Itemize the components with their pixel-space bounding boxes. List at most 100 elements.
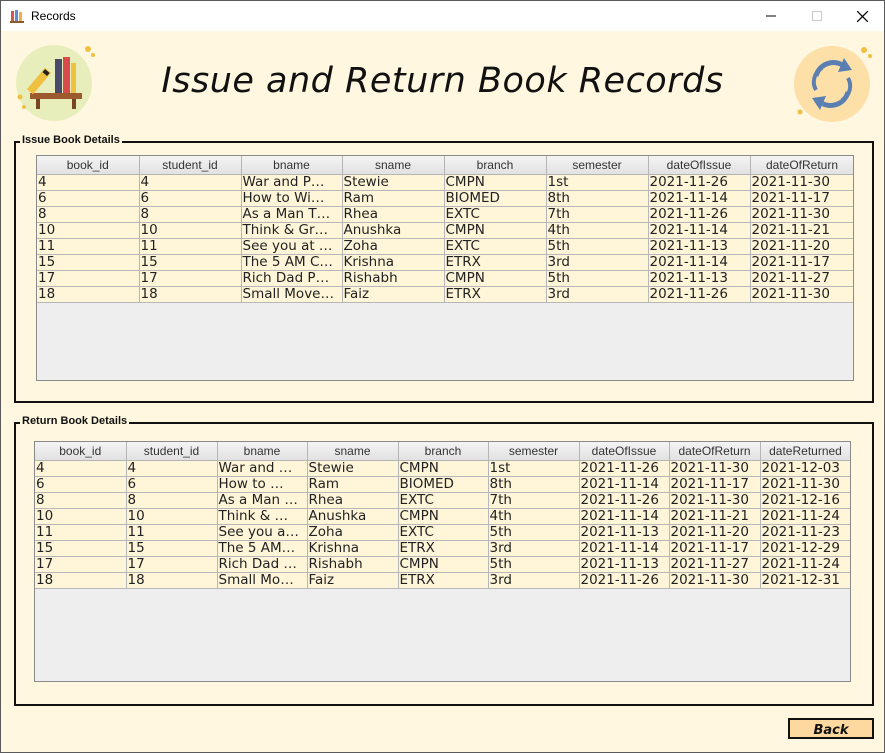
back-button[interactable]: Back — [788, 718, 874, 739]
issue-cell-bname[interactable]: How to Wi… — [241, 190, 343, 207]
issue-table-row[interactable]: 6 6 How to Wi… Ram BIOMED 8th 2021-11-14 2021-1… — [37, 190, 853, 207]
issue-col-header-branch[interactable]: branch — [444, 156, 547, 175]
issue-cell-semester[interactable]: 8th — [546, 190, 649, 207]
return-cell-bname[interactable]: The 5 AM… — [217, 540, 308, 557]
return-table-row[interactable]: 8 8 As a Man … Rhea EXTC 7th 2021-11-26 2021-11… — [35, 492, 850, 509]
issue-cell-dateofreturn[interactable]: 2021-11-20 — [750, 238, 853, 255]
return-cell-bname[interactable]: How to … — [217, 476, 308, 493]
issue-cell-branch[interactable]: BIOMED — [444, 190, 547, 207]
return-table-row[interactable]: 10 10 Think & … Anushka CMPN 4th 2021-11-14 202… — [35, 508, 850, 525]
return-cell-branch[interactable]: ETRX — [398, 540, 489, 557]
return-table-row[interactable]: 15 15 The 5 AM… Krishna ETRX 3rd 2021-11-14 202… — [35, 540, 850, 557]
return-cell-datereturned[interactable]: 2021-11-24 — [760, 508, 850, 525]
return-table-row[interactable]: 4 4 War and … Stewie CMPN 1st 2021-11-26 2021-1… — [35, 460, 850, 477]
return-table-row[interactable]: 18 18 Small Mo… Faiz ETRX 3rd 2021-11-26 2021-1… — [35, 572, 850, 589]
return-cell-sname[interactable]: Rishabh — [307, 556, 399, 573]
issue-cell-student_id[interactable]: 6 — [139, 190, 242, 207]
issue-cell-student_id[interactable]: 18 — [139, 286, 242, 303]
return-cell-datereturned[interactable]: 2021-12-31 — [760, 572, 850, 589]
issue-cell-semester[interactable]: 3rd — [546, 286, 649, 303]
issue-cell-dateofreturn[interactable]: 2021-11-27 — [750, 270, 853, 287]
issue-cell-dateofreturn[interactable]: 2021-11-30 — [750, 174, 853, 191]
issue-cell-bname[interactable]: Rich Dad P… — [241, 270, 343, 287]
return-cell-semester[interactable]: 5th — [488, 556, 580, 573]
issue-cell-sname[interactable]: Rishabh — [342, 270, 445, 287]
issue-table-row[interactable]: 10 10 Think & Gr… Anushka CMPN 4th 2021-11-14 2… — [37, 222, 853, 239]
issue-cell-dateofreturn[interactable]: 2021-11-21 — [750, 222, 853, 239]
issue-cell-sname[interactable]: Faiz — [342, 286, 445, 303]
minimize-button[interactable] — [748, 1, 794, 31]
issue-cell-branch[interactable]: CMPN — [444, 222, 547, 239]
return-table-row[interactable]: 17 17 Rich Dad … Rishabh CMPN 5th 2021-11-13 20… — [35, 556, 850, 573]
issue-cell-bname[interactable]: War and P… — [241, 174, 343, 191]
return-cell-bname[interactable]: War and … — [217, 460, 308, 477]
issue-cell-semester[interactable]: 5th — [546, 238, 649, 255]
return-cell-datereturned[interactable]: 2021-11-24 — [760, 556, 850, 573]
return-cell-sname[interactable]: Zoha — [307, 524, 399, 541]
return-cell-datereturned[interactable]: 2021-12-29 — [760, 540, 850, 557]
return-cell-bname[interactable]: Small Mo… — [217, 572, 308, 589]
issue-cell-dateofissue[interactable]: 2021-11-26 — [648, 286, 751, 303]
issue-table-row[interactable]: 17 17 Rich Dad P… Rishabh CMPN 5th 2021-11-13 2… — [37, 270, 853, 287]
issue-cell-dateofreturn[interactable]: 2021-11-30 — [750, 206, 853, 223]
issue-cell-sname[interactable]: Zoha — [342, 238, 445, 255]
return-cell-sname[interactable]: Stewie — [307, 460, 399, 477]
issue-cell-book_id[interactable]: 15 — [37, 254, 140, 271]
issue-cell-student_id[interactable]: 15 — [139, 254, 242, 271]
issue-cell-dateofissue[interactable]: 2021-11-14 — [648, 190, 751, 207]
return-cell-book_id[interactable]: 10 — [35, 508, 127, 525]
return-cell-branch[interactable]: CMPN — [398, 556, 489, 573]
return-cell-dateofissue[interactable]: 2021-11-26 — [579, 572, 670, 589]
issue-cell-sname[interactable]: Anushka — [342, 222, 445, 239]
issue-cell-branch[interactable]: CMPN — [444, 270, 547, 287]
return-cell-bname[interactable]: Think & … — [217, 508, 308, 525]
issue-cell-student_id[interactable]: 8 — [139, 206, 242, 223]
return-cell-datereturned[interactable]: 2021-11-23 — [760, 524, 850, 541]
return-cell-dateofreturn[interactable]: 2021-11-30 — [669, 572, 761, 589]
return-cell-dateofissue[interactable]: 2021-11-14 — [579, 476, 670, 493]
issue-cell-student_id[interactable]: 10 — [139, 222, 242, 239]
return-cell-datereturned[interactable]: 2021-12-16 — [760, 492, 850, 509]
issue-cell-student_id[interactable]: 11 — [139, 238, 242, 255]
return-cell-student_id[interactable]: 6 — [126, 476, 218, 493]
issue-col-header-dateofreturn[interactable]: dateOfReturn — [750, 156, 853, 175]
issue-cell-dateofissue[interactable]: 2021-11-13 — [648, 270, 751, 287]
return-cell-semester[interactable]: 8th — [488, 476, 580, 493]
maximize-button[interactable] — [794, 1, 840, 31]
return-cell-dateofreturn[interactable]: 2021-11-20 — [669, 524, 761, 541]
issue-cell-book_id[interactable]: 8 — [37, 206, 140, 223]
return-cell-book_id[interactable]: 18 — [35, 572, 127, 589]
issue-cell-bname[interactable]: The 5 AM C… — [241, 254, 343, 271]
return-cell-dateofreturn[interactable]: 2021-11-21 — [669, 508, 761, 525]
issue-cell-dateofreturn[interactable]: 2021-11-17 — [750, 190, 853, 207]
return-cell-dateofreturn[interactable]: 2021-11-17 — [669, 540, 761, 557]
issue-cell-branch[interactable]: CMPN — [444, 174, 547, 191]
return-table-row[interactable]: 11 11 See you a… Zoha EXTC 5th 2021-11-13 2021-… — [35, 524, 850, 541]
return-cell-student_id[interactable]: 18 — [126, 572, 218, 589]
return-cell-dateofissue[interactable]: 2021-11-26 — [579, 460, 670, 477]
issue-col-header-dateofissue[interactable]: dateOfIssue — [648, 156, 751, 175]
issue-table-row[interactable]: 15 15 The 5 AM C… Krishna ETRX 3rd 2021-11-14 2… — [37, 254, 853, 271]
return-col-header-branch[interactable]: branch — [398, 442, 489, 461]
issue-cell-student_id[interactable]: 4 — [139, 174, 242, 191]
return-cell-dateofreturn[interactable]: 2021-11-30 — [669, 492, 761, 509]
issue-cell-book_id[interactable]: 18 — [37, 286, 140, 303]
issue-cell-sname[interactable]: Krishna — [342, 254, 445, 271]
return-col-header-bname[interactable]: bname — [217, 442, 308, 461]
issue-cell-branch[interactable]: EXTC — [444, 206, 547, 223]
issue-cell-sname[interactable]: Stewie — [342, 174, 445, 191]
return-cell-branch[interactable]: CMPN — [398, 460, 489, 477]
return-col-header-dateofissue[interactable]: dateOfIssue — [579, 442, 670, 461]
issue-table-row[interactable]: 18 18 Small Move… Faiz ETRX 3rd 2021-11-26 2021… — [37, 286, 853, 303]
return-cell-dateofissue[interactable]: 2021-11-14 — [579, 508, 670, 525]
return-cell-dateofreturn[interactable]: 2021-11-30 — [669, 460, 761, 477]
issue-col-header-student_id[interactable]: student_id — [139, 156, 242, 175]
issue-cell-semester[interactable]: 3rd — [546, 254, 649, 271]
return-cell-dateofissue[interactable]: 2021-11-26 — [579, 492, 670, 509]
return-cell-semester[interactable]: 1st — [488, 460, 580, 477]
issue-table-row[interactable]: 4 4 War and P… Stewie CMPN 1st 2021-11-26 2021-… — [37, 174, 853, 191]
issue-cell-dateofreturn[interactable]: 2021-11-17 — [750, 254, 853, 271]
return-cell-book_id[interactable]: 17 — [35, 556, 127, 573]
return-cell-branch[interactable]: CMPN — [398, 508, 489, 525]
return-cell-dateofissue[interactable]: 2021-11-13 — [579, 556, 670, 573]
